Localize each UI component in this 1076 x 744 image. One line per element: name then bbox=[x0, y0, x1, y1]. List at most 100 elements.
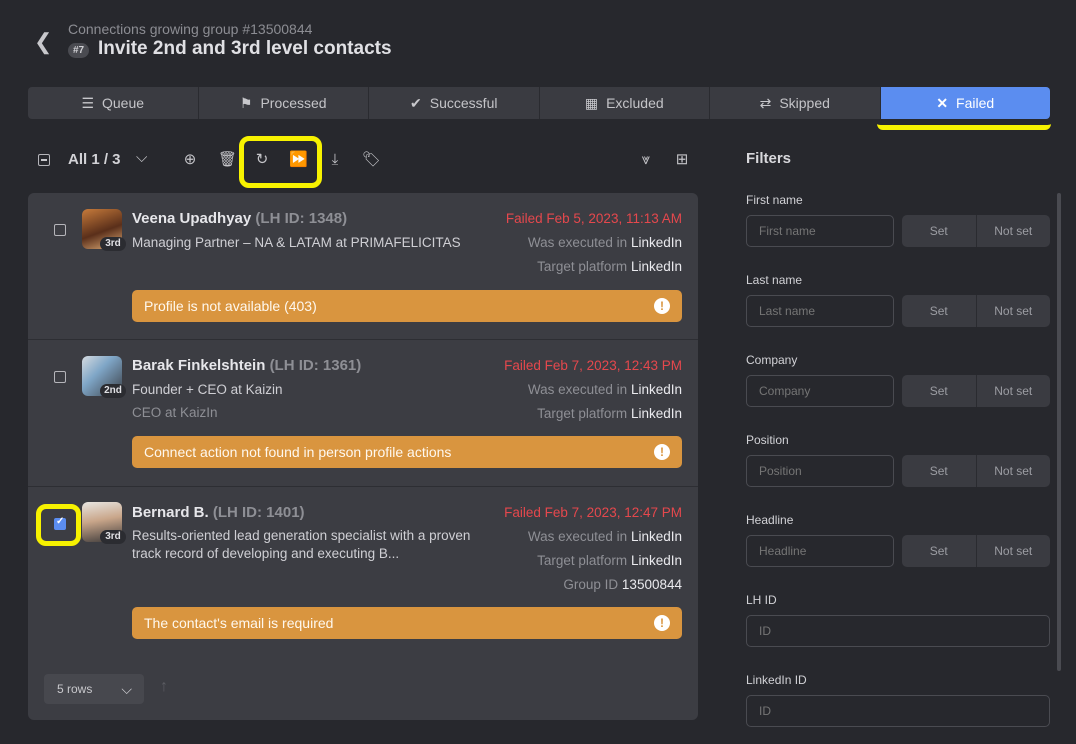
tab-skipped[interactable]: ⇄ Skipped bbox=[710, 87, 881, 119]
contact-headline: Founder + CEO at Kaizin bbox=[132, 382, 283, 397]
executed-in: Was executed in LinkedIn bbox=[528, 382, 682, 397]
contact-name-text: Barak Finkelshtein bbox=[132, 357, 266, 374]
filters-scrollbar[interactable] bbox=[1057, 193, 1061, 671]
skip-icon: ⇄ bbox=[759, 94, 772, 111]
tab-label: Skipped bbox=[779, 95, 830, 111]
highlight-underline bbox=[877, 120, 1051, 130]
error-text: Profile is not available (403) bbox=[144, 298, 317, 314]
tab-processed[interactable]: ⚑ Processed bbox=[199, 87, 369, 119]
target-platform: Target platform LinkedIn bbox=[537, 259, 682, 274]
degree-badge: 3rd bbox=[100, 530, 126, 544]
tag-icon[interactable]: 🏷 bbox=[362, 150, 381, 170]
row-checkbox[interactable] bbox=[54, 371, 66, 383]
exclamation-icon: ! bbox=[654, 298, 670, 314]
not-set-button[interactable]: Not set bbox=[977, 535, 1051, 567]
tab-label: Successful bbox=[429, 95, 498, 111]
target-value: LinkedIn bbox=[630, 553, 682, 568]
filter-label: Position bbox=[746, 433, 789, 447]
contact-name[interactable]: Bernard B. (LH ID: 1401) bbox=[132, 504, 305, 521]
executed-label: Was executed in bbox=[527, 235, 628, 250]
contact-headline: Results-oriented lead generation special… bbox=[132, 528, 471, 561]
tab-failed[interactable]: ✕ Failed bbox=[880, 87, 1050, 119]
campaign-badge: #7 bbox=[68, 43, 90, 58]
executed-in: Was executed in LinkedIn bbox=[528, 235, 682, 250]
group-value: 13500844 bbox=[621, 577, 682, 592]
target-label: Target platform bbox=[537, 259, 628, 274]
fast-forward-icon[interactable]: ⏩ bbox=[289, 150, 308, 170]
selection-counter[interactable]: All 1 / 3 bbox=[68, 151, 121, 168]
select-all-checkbox[interactable] bbox=[38, 154, 50, 166]
filter-label: First name bbox=[746, 193, 803, 207]
company-input[interactable] bbox=[746, 375, 894, 407]
company-set-toggle: Set Not set bbox=[902, 375, 1050, 407]
chevron-down-icon[interactable]: ⌵ bbox=[136, 149, 147, 166]
download-icon[interactable]: ⤓ bbox=[326, 150, 344, 170]
error-text: Connect action not found in person profi… bbox=[144, 444, 452, 460]
set-button[interactable]: Set bbox=[902, 375, 977, 407]
executed-in: Was executed in LinkedIn bbox=[528, 529, 682, 544]
rows-label: 5 rows bbox=[57, 682, 93, 696]
linkedin-id-input[interactable] bbox=[746, 695, 1050, 727]
row-checkbox[interactable] bbox=[54, 516, 66, 530]
rows-per-page-select[interactable]: 5 rows ⌵ bbox=[44, 674, 144, 704]
back-button[interactable]: ❮ bbox=[34, 30, 56, 54]
lh-id: (LH ID: 1361) bbox=[269, 357, 362, 374]
target-value: LinkedIn bbox=[630, 406, 682, 421]
tab-label: Processed bbox=[260, 95, 327, 111]
position-set-toggle: Set Not set bbox=[902, 455, 1050, 487]
exclamation-icon: ! bbox=[654, 615, 670, 631]
set-button[interactable]: Set bbox=[902, 215, 977, 247]
row-checkbox[interactable] bbox=[54, 224, 66, 236]
retry-icon[interactable]: ↻ bbox=[253, 150, 271, 170]
tab-successful[interactable]: ✔ Successful bbox=[369, 87, 540, 119]
position-input[interactable] bbox=[746, 455, 894, 487]
contact-name-text: Veena Upadhyay bbox=[132, 210, 252, 227]
tab-excluded[interactable]: ▦ Excluded bbox=[540, 87, 710, 119]
not-set-button[interactable]: Not set bbox=[977, 375, 1051, 407]
hide-icon[interactable]: ⩔ bbox=[637, 150, 655, 170]
executed-label: Was executed in bbox=[527, 529, 628, 544]
error-banner: Profile is not available (403)! bbox=[132, 290, 682, 322]
tab-label: Excluded bbox=[606, 95, 664, 111]
not-set-button[interactable]: Not set bbox=[977, 215, 1051, 247]
contacts-list: 3rd Veena Upadhyay (LH ID: 1348) Managin… bbox=[28, 193, 698, 720]
list-item[interactable]: 3rd Bernard B. (LH ID: 1401) Results-ori… bbox=[28, 487, 698, 657]
filter-label: Company bbox=[746, 353, 798, 367]
page-title: Invite 2nd and 3rd level contacts bbox=[98, 38, 392, 59]
set-button[interactable]: Set bbox=[902, 295, 977, 327]
group-subtitle: Connections growing group #13500844 bbox=[68, 21, 313, 37]
lh-id: (LH ID: 1401) bbox=[212, 504, 305, 521]
status-tabs: ☰ Queue ⚑ Processed ✔ Successful ▦ Excluded … bbox=[28, 87, 1050, 119]
target-value: LinkedIn bbox=[630, 259, 682, 274]
lh-id-input[interactable] bbox=[746, 615, 1050, 647]
set-button[interactable]: Set bbox=[902, 455, 977, 487]
grid-icon[interactable]: ⊞ bbox=[673, 150, 691, 170]
chevron-down-icon: ⌵ bbox=[121, 681, 132, 697]
list-item[interactable]: 3rd Veena Upadhyay (LH ID: 1348) Managin… bbox=[28, 193, 698, 339]
add-note-icon[interactable]: ⊕ bbox=[181, 150, 199, 170]
failed-status: Failed Feb 5, 2023, 11:13 AM bbox=[505, 211, 682, 226]
exclamation-icon: ! bbox=[654, 444, 670, 460]
headline-input[interactable] bbox=[746, 535, 894, 567]
filter-label: Last name bbox=[746, 273, 803, 287]
target-platform: Target platform LinkedIn bbox=[537, 553, 682, 568]
first-name-input[interactable] bbox=[746, 215, 894, 247]
not-set-button[interactable]: Not set bbox=[977, 295, 1051, 327]
list-item[interactable]: 2nd Barak Finkelshtein (LH ID: 1361) Fou… bbox=[28, 340, 698, 486]
contact-name[interactable]: Veena Upadhyay (LH ID: 1348) bbox=[132, 210, 347, 227]
filter-label: LinkedIn ID bbox=[746, 673, 807, 687]
failed-status: Failed Feb 7, 2023, 12:47 PM bbox=[504, 505, 682, 520]
trash-icon[interactable]: 🗑 bbox=[218, 150, 237, 170]
error-banner: The contact's email is required! bbox=[132, 607, 682, 639]
arrow-up-icon[interactable]: ↑ bbox=[160, 678, 168, 696]
set-button[interactable]: Set bbox=[902, 535, 977, 567]
flag-icon: ⚑ bbox=[239, 94, 253, 111]
not-set-button[interactable]: Not set bbox=[977, 455, 1051, 487]
tab-queue[interactable]: ☰ Queue bbox=[28, 87, 199, 119]
last-name-input[interactable] bbox=[746, 295, 894, 327]
failed-status: Failed Feb 7, 2023, 12:43 PM bbox=[504, 358, 682, 373]
excluded-icon: ▦ bbox=[584, 94, 599, 111]
headline-set-toggle: Set Not set bbox=[902, 535, 1050, 567]
check-icon: ✔ bbox=[410, 94, 422, 111]
contact-name[interactable]: Barak Finkelshtein (LH ID: 1361) bbox=[132, 357, 361, 374]
